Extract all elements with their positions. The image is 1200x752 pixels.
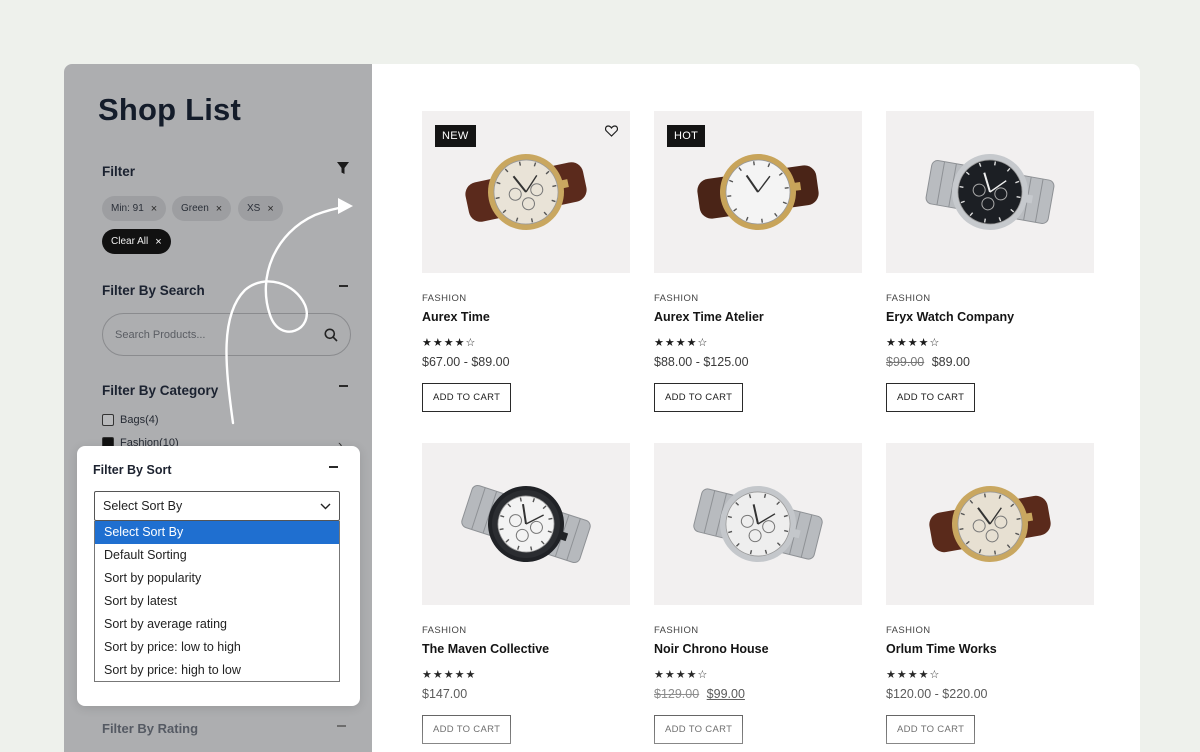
watch-image — [456, 461, 596, 592]
product-price: $99.00 $89.00 — [886, 355, 1094, 369]
sort-option[interactable]: Sort by average rating — [95, 613, 339, 636]
star-rating: ★★★★☆ — [654, 669, 709, 681]
page-title: Shop List — [98, 92, 242, 127]
current-price: $147.00 — [422, 687, 468, 701]
product-image[interactable] — [886, 111, 1094, 273]
add-to-cart-button[interactable]: ADD TO CART — [654, 715, 744, 744]
watch-image — [688, 129, 828, 260]
add-to-cart-button[interactable]: ADD TO CART — [422, 383, 512, 412]
category-item-bags[interactable]: Bags(4) — [102, 414, 159, 426]
chip-label: Green — [181, 203, 209, 214]
product-image[interactable] — [422, 443, 630, 605]
checkbox[interactable] — [102, 414, 114, 426]
watch-image — [688, 461, 828, 592]
product-image[interactable]: NEW — [422, 111, 630, 273]
funnel-icon[interactable] — [337, 162, 349, 180]
product-name[interactable]: The Maven Collective — [422, 642, 630, 656]
sort-option[interactable]: Default Sorting — [95, 544, 339, 567]
star-rating: ★★★★★ — [422, 669, 477, 681]
product-category[interactable]: FASHION — [422, 293, 630, 304]
watch-image — [920, 129, 1060, 260]
product-name[interactable]: Orlum Time Works — [886, 642, 1094, 656]
curved-arrow-icon — [225, 198, 353, 425]
add-to-cart-button[interactable]: ADD TO CART — [886, 383, 976, 412]
category-heading: Filter By Category — [102, 383, 219, 398]
sort-option[interactable]: Sort by price: high to low — [95, 659, 339, 682]
remove-icon: × — [155, 235, 162, 248]
sort-heading: Filter By Sort — [93, 463, 172, 477]
add-to-cart-button[interactable]: ADD TO CART — [654, 383, 744, 412]
sort-option[interactable]: Sort by popularity — [95, 567, 339, 590]
star-rating: ★★★★☆ — [886, 669, 941, 681]
add-to-cart-button[interactable]: ADD TO CART — [886, 715, 976, 744]
product-card[interactable]: FASHION Eryx Watch Company ★★★★☆ $99.00 … — [886, 111, 1094, 412]
product-card[interactable]: NEW FASHION Aurex Time ★★★★☆ $67.00 - $8… — [422, 111, 630, 412]
product-card[interactable]: FASHION Orlum Time Works ★★★★☆ $120.00 -… — [886, 443, 1094, 744]
active-filter-chip-min[interactable]: Min: 91 × — [102, 196, 167, 221]
product-price: $88.00 - $125.00 — [654, 355, 862, 369]
current-price: $88.00 - $125.00 — [654, 355, 749, 369]
current-price: $120.00 - $220.00 — [886, 687, 988, 701]
current-price: $67.00 - $89.00 — [422, 355, 510, 369]
remove-icon[interactable]: × — [216, 203, 222, 215]
product-name[interactable]: Aurex Time Atelier — [654, 310, 862, 324]
sort-selected-value: Select Sort By — [103, 499, 183, 513]
product-category[interactable]: FASHION — [654, 293, 862, 304]
sort-option[interactable]: Select Sort By — [95, 521, 339, 544]
search-heading: Filter By Search — [102, 283, 205, 298]
product-price: $129.00 $99.00 — [654, 687, 862, 701]
active-filter-chip-color[interactable]: Green × — [172, 196, 232, 221]
product-card[interactable]: FASHION The Maven Collective ★★★★★ $147.… — [422, 443, 630, 744]
sort-select[interactable]: Select Sort By — [94, 491, 340, 521]
add-to-cart-button[interactable]: ADD TO CART — [422, 715, 512, 744]
chevron-down-icon — [320, 503, 331, 509]
heart-icon[interactable] — [604, 124, 619, 142]
chip-label: Min: 91 — [111, 203, 144, 214]
filter-heading: Filter — [102, 164, 136, 179]
product-category[interactable]: FASHION — [886, 293, 1094, 304]
product-name[interactable]: Aurex Time — [422, 310, 630, 324]
sort-option[interactable]: Sort by latest — [95, 590, 339, 613]
product-category[interactable]: FASHION — [886, 625, 1094, 636]
product-price: $120.00 - $220.00 — [886, 687, 1094, 701]
product-name[interactable]: Eryx Watch Company — [886, 310, 1094, 324]
watch-image — [920, 461, 1060, 592]
product-card[interactable]: FASHION Noir Chrono House ★★★★☆ $129.00 … — [654, 443, 862, 744]
sort-filter-panel: Filter By Sort Select Sort By Select Sor… — [77, 446, 360, 706]
current-price: $89.00 — [931, 355, 970, 369]
collapse-sort-icon[interactable] — [329, 466, 338, 468]
product-price: $147.00 — [422, 687, 630, 701]
product-card[interactable]: HOT FASHION Aurex Time Atelier ★★★★☆ $88… — [654, 111, 862, 412]
clear-all-label: Clear All — [111, 236, 149, 247]
product-category[interactable]: FASHION — [654, 625, 862, 636]
category-label: Bags(4) — [120, 414, 159, 426]
rating-heading: Filter By Rating — [102, 721, 199, 736]
old-price: $129.00 — [654, 687, 700, 701]
product-image[interactable] — [654, 443, 862, 605]
star-rating: ★★★★☆ — [422, 337, 477, 349]
product-price: $67.00 - $89.00 — [422, 355, 630, 369]
current-price: $99.00 — [706, 687, 745, 701]
product-category[interactable]: FASHION — [422, 625, 630, 636]
remove-icon[interactable]: × — [151, 203, 157, 215]
product-image[interactable]: HOT — [654, 111, 862, 273]
product-image[interactable] — [886, 443, 1094, 605]
clear-all-button[interactable]: Clear All × — [102, 229, 171, 254]
star-rating: ★★★★☆ — [886, 337, 941, 349]
sort-options-list: Select Sort By Default Sorting Sort by pop… — [94, 521, 340, 682]
star-rating: ★★★★☆ — [654, 337, 709, 349]
old-price: $99.00 — [886, 355, 925, 369]
collapse-rating-icon[interactable] — [337, 725, 346, 727]
watch-image — [456, 129, 596, 260]
product-name[interactable]: Noir Chrono House — [654, 642, 862, 656]
sort-option[interactable]: Sort by price: low to high — [95, 636, 339, 659]
